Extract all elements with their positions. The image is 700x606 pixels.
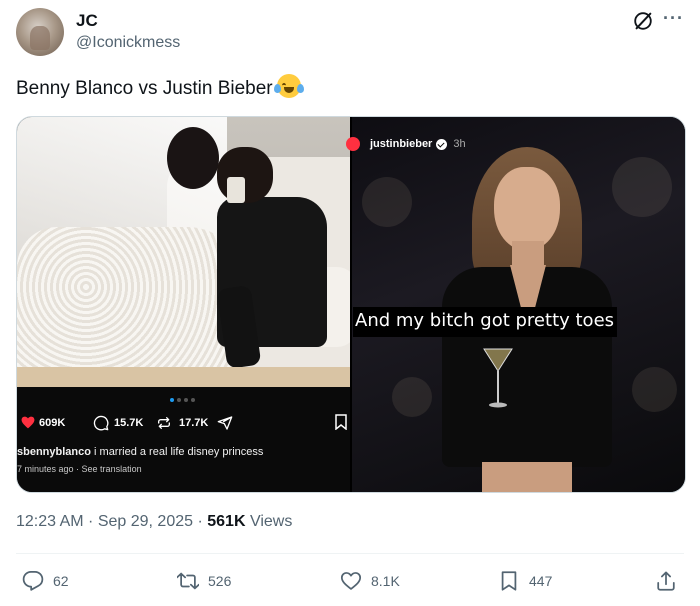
tweet-text: Benny Blanco vs Justin Bieber bbox=[16, 74, 304, 100]
ig-action-bar: 609K 15.7K 17.7K bbox=[21, 414, 351, 434]
ig-caption-user: sbennyblanco bbox=[17, 446, 91, 458]
story-caption: And my bitch got pretty toes bbox=[353, 307, 618, 337]
verified-badge-icon bbox=[436, 138, 448, 150]
repost-count: 526 bbox=[208, 573, 232, 589]
timestamp-row: 12:23 AM · Sep 29, 2025 · 561K Views bbox=[16, 513, 293, 530]
ig-caption: sbennyblanco i married a real life disne… bbox=[17, 446, 263, 458]
ig-story-avatar bbox=[346, 137, 360, 151]
like-count: 8.1K bbox=[371, 573, 400, 589]
ig-reposts-count: 17.7K bbox=[179, 417, 209, 429]
repost-icon bbox=[158, 417, 170, 429]
share-button[interactable] bbox=[655, 568, 686, 594]
author-handle[interactable]: @Iconickmess bbox=[76, 34, 180, 52]
reply-icon bbox=[22, 570, 44, 591]
ig-time-row: 7 minutes ago · See translation bbox=[17, 464, 142, 474]
divider bbox=[16, 553, 684, 554]
ig-likes-count: 609K bbox=[39, 417, 66, 429]
media-image-left[interactable]: 609K 15.7K 17.7K sbennyblanco i married … bbox=[17, 117, 351, 492]
bookmark-count: 447 bbox=[529, 573, 553, 589]
views-label: Views bbox=[245, 513, 293, 530]
ig-story-username: justinbieber bbox=[370, 138, 433, 150]
bookmark-button[interactable]: 447 bbox=[498, 568, 552, 594]
heart-icon bbox=[340, 572, 362, 590]
grok-icon[interactable] bbox=[632, 10, 654, 32]
media-image-right[interactable]: justinbieber 3h And my bitch got pretty … bbox=[346, 117, 685, 492]
heart-filled-icon bbox=[21, 416, 35, 429]
carousel-dot bbox=[170, 398, 174, 402]
author-avatar[interactable] bbox=[16, 8, 64, 56]
repost-icon bbox=[177, 572, 199, 590]
carousel-dots bbox=[170, 398, 195, 402]
carousel-dot bbox=[191, 398, 195, 402]
reply-button[interactable]: 62 bbox=[22, 568, 69, 594]
like-button[interactable]: 8.1K bbox=[340, 568, 400, 594]
comment-icon bbox=[93, 415, 109, 431]
ig-story-age: 3h bbox=[453, 138, 466, 150]
ig-story-header: justinbieber 3h bbox=[346, 135, 466, 153]
wedding-photo bbox=[17, 117, 350, 387]
share-icon bbox=[217, 416, 233, 430]
author-display-name[interactable]: JC bbox=[76, 11, 98, 31]
martini-glass-icon bbox=[483, 348, 513, 408]
post-date[interactable]: Sep 29, 2025 bbox=[98, 513, 193, 530]
share-icon bbox=[657, 571, 675, 591]
carousel-dot bbox=[177, 398, 181, 402]
reply-count: 62 bbox=[53, 573, 69, 589]
repost-button[interactable]: 526 bbox=[177, 568, 231, 594]
views-count: 561K bbox=[207, 513, 246, 530]
ig-see-translation: See translation bbox=[81, 464, 142, 474]
tweet-text-content: Benny Blanco vs Justin Bieber bbox=[16, 78, 273, 99]
ig-comments-count: 15.7K bbox=[114, 417, 144, 429]
face-with-tears-of-joy-icon bbox=[273, 74, 304, 98]
ig-time-ago: 7 minutes ago bbox=[17, 464, 74, 474]
ig-bookmark-icon bbox=[335, 414, 347, 430]
ig-caption-text: i married a real life disney princess bbox=[90, 446, 264, 458]
bookmark-icon bbox=[501, 571, 517, 591]
more-options-icon[interactable]: ··· bbox=[663, 8, 684, 29]
post-time[interactable]: 12:23 AM bbox=[16, 513, 84, 530]
media-grid: 609K 15.7K 17.7K sbennyblanco i married … bbox=[16, 116, 686, 493]
carousel-dot bbox=[184, 398, 188, 402]
